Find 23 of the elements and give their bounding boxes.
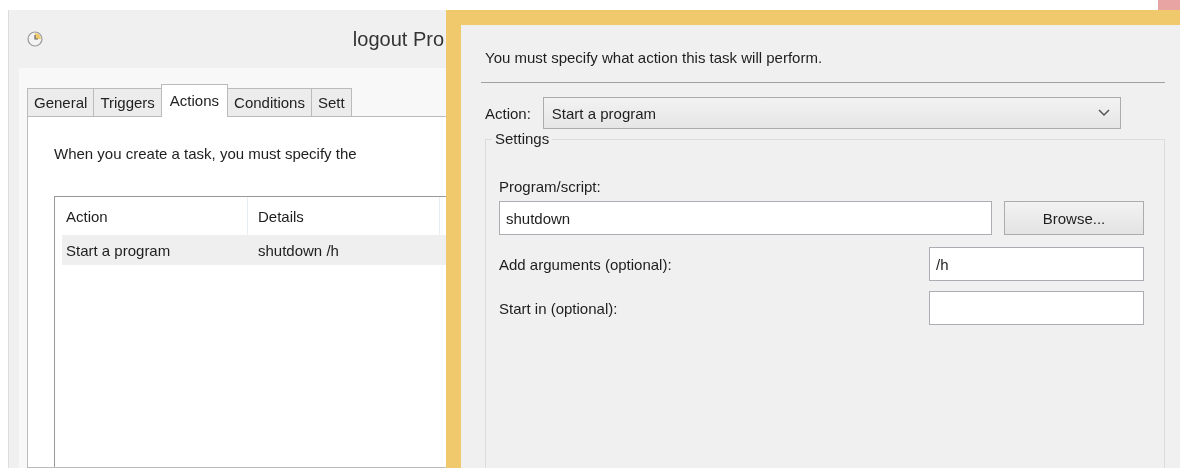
tab[interactable]: General <box>27 88 95 116</box>
window-title: logout Pro <box>352 27 445 51</box>
field-label: Start in (optional): <box>499 299 618 317</box>
table-cell-text: shutdown /h <box>257 241 340 259</box>
chevron-icon <box>1097 109 1110 117</box>
tab[interactable]: Sett <box>310 88 352 116</box>
clock-icon <box>27 31 43 47</box>
table-row[interactable]: Start a program shutdown /h <box>62 235 446 265</box>
table-cell-text: Start a program <box>65 241 172 259</box>
program-field[interactable]: shutdown <box>499 201 992 235</box>
instruction-text: You must specify what action this task will perform. <box>485 49 824 66</box>
arguments-field[interactable]: /h <box>929 247 1144 281</box>
description-text: When you create a task, you must specify the <box>54 145 357 162</box>
action-dropdown[interactable]: Start a program <box>542 97 1121 129</box>
tab[interactable]: Actions <box>160 84 229 117</box>
field-label: Add arguments (optional): <box>499 255 672 273</box>
action-label: Action: <box>485 104 531 122</box>
field-label: Program/script: <box>499 178 602 195</box>
browse-button[interactable]: Browse... <box>1004 201 1144 235</box>
group-title: Settings <box>492 130 553 147</box>
tab[interactable]: Triggers <box>93 88 162 116</box>
tab[interactable]: Conditions <box>227 88 312 116</box>
start-in-field[interactable] <box>929 291 1144 325</box>
